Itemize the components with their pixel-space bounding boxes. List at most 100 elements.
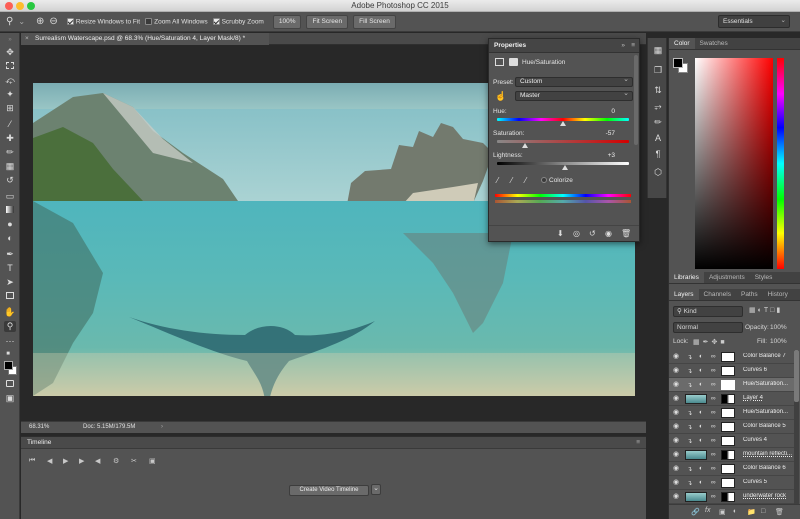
hue-value-field[interactable]: 0 — [585, 108, 615, 115]
layer-row[interactable]: ◉ ↴ ◐ ∞ Curves 5 — [669, 476, 794, 490]
fit-screen-button[interactable]: Fit Screen — [306, 14, 349, 29]
targeted-adjustment-hand-icon[interactable]: ☝ — [495, 91, 506, 102]
visibility-eye-icon[interactable]: ◉ — [673, 381, 680, 388]
properties-tab[interactable]: Properties — [494, 42, 526, 49]
lightness-value-field[interactable]: +3 — [585, 152, 615, 159]
blend-mode-dropdown[interactable]: Normal — [673, 322, 743, 333]
brush-tool-icon[interactable]: ✏ — [4, 147, 16, 158]
tab-paths[interactable]: Paths — [736, 289, 763, 300]
saturation-slider-thumb[interactable] — [522, 143, 529, 148]
tab-swatches[interactable]: Swatches — [695, 38, 733, 49]
lightness-slider-thumb[interactable] — [561, 165, 568, 170]
layer-mask-thumbnail[interactable] — [721, 478, 735, 488]
zoom-tool-icon[interactable]: ⚲ — [4, 321, 16, 332]
layer-name[interactable]: Color Balance 6 — [743, 465, 793, 471]
timeline-tab[interactable]: Timeline — [27, 439, 51, 446]
type-tool-icon[interactable]: T — [4, 263, 16, 274]
screen-mode-icon[interactable]: ▣ — [4, 393, 16, 404]
chain-link-icon[interactable]: ∞ — [711, 493, 716, 500]
document-tab[interactable]: × Surrealism Waterscape.psd @ 68.3% (Hue… — [21, 33, 269, 45]
layer-name[interactable]: underwater rock — [743, 493, 793, 499]
zoom-tool-preset-icon[interactable]: ⚲ — [6, 16, 13, 27]
minimize-window-button[interactable] — [16, 2, 24, 10]
eyedropper-plus-icon[interactable]: ⁄ — [511, 176, 512, 185]
visibility-eye-icon[interactable]: ◉ — [673, 409, 680, 416]
go-to-first-frame-icon[interactable]: ⏮ — [29, 457, 35, 465]
properties-scrollbar[interactable] — [634, 55, 638, 145]
layer-mask-thumbnail[interactable] — [721, 436, 735, 446]
visibility-eye-icon[interactable]: ◉ — [673, 451, 680, 458]
add-mask-icon[interactable]: ▣ — [719, 508, 726, 516]
settings-gear-icon[interactable]: ⚙ — [113, 457, 119, 465]
chain-link-icon[interactable]: ∞ — [711, 395, 716, 402]
layer-filter-dropdown[interactable]: ⚲ Kind — [673, 306, 743, 317]
layer-name[interactable]: Color Balance 5 — [743, 423, 793, 429]
fill-value-field[interactable]: 100% — [770, 338, 787, 345]
saturation-slider[interactable] — [497, 140, 629, 143]
default-colors-icon[interactable]: ■ — [2, 349, 14, 360]
panel-collapse-icon[interactable]: » — [4, 35, 16, 46]
next-frame-icon[interactable]: ▶ — [79, 457, 84, 465]
layer-row[interactable]: ◉ ↴ ◐ ∞ Curves 6 — [669, 364, 794, 378]
reset-icon[interactable]: ↺ — [589, 229, 596, 238]
close-tab-icon[interactable]: × — [25, 33, 29, 45]
chain-link-icon[interactable]: ∞ — [711, 451, 716, 458]
preset-chevron-down-icon[interactable]: ⌄ — [18, 17, 25, 26]
colorize-checkbox[interactable]: Colorize — [541, 177, 573, 184]
close-window-button[interactable] — [5, 2, 13, 10]
visibility-eye-icon[interactable]: ◉ — [673, 479, 680, 486]
layer-name[interactable]: Curves 6 — [743, 367, 793, 373]
healing-brush-tool-icon[interactable]: ✚ — [4, 133, 16, 144]
crop-tool-icon[interactable]: ⊞ — [4, 103, 16, 114]
visibility-eye-icon[interactable]: ◉ — [673, 465, 680, 472]
brushes-icon[interactable]: ✏ — [652, 116, 664, 128]
panel-menu-icon[interactable]: ≡ — [636, 437, 640, 449]
layer-row[interactable]: ◉ ↴ ◐ ∞ Color Balance 7 — [669, 350, 794, 364]
3d-panel-icon[interactable]: ⬡ — [652, 166, 664, 178]
layer-row[interactable]: ◉ ↴ ◐ ∞ Curves 4 — [669, 434, 794, 448]
layer-mask-thumbnail[interactable] — [721, 408, 735, 418]
history-brush-tool-icon[interactable]: ↺ — [4, 175, 16, 186]
marquee-tool-icon[interactable] — [4, 61, 16, 72]
chain-link-icon[interactable]: ∞ — [711, 437, 716, 444]
edit-toolbar-icon[interactable]: ⋯ — [4, 336, 16, 347]
eraser-tool-icon[interactable]: ▭ — [4, 191, 16, 202]
visibility-eye-icon[interactable]: ◉ — [673, 423, 680, 430]
quick-mask-icon[interactable] — [4, 379, 16, 390]
fill-screen-button[interactable]: Fill Screen — [353, 14, 396, 29]
delete-trash-icon[interactable]: 🗑 — [621, 229, 631, 238]
layer-mask-icon[interactable] — [509, 58, 518, 66]
layer-row[interactable]: ◉ ∞ underwater rock — [669, 490, 794, 504]
layer-mask-thumbnail[interactable] — [721, 380, 735, 390]
layer-name[interactable]: Hue/Saturation... — [743, 409, 793, 415]
chain-link-icon[interactable]: ∞ — [711, 423, 716, 430]
scrubby-zoom-checkbox[interactable]: Scrubby Zoom — [212, 17, 264, 25]
workspace-switcher[interactable]: Essentials ⌄ — [718, 15, 790, 28]
tab-color[interactable]: Color — [669, 38, 695, 49]
visibility-eye-icon[interactable]: ◉ — [673, 353, 680, 360]
color-hue-slider[interactable] — [777, 58, 784, 269]
layer-mask-thumbnail[interactable] — [721, 366, 735, 376]
tab-adjustments[interactable]: Adjustments — [704, 272, 750, 283]
status-menu-chevron-icon[interactable]: › — [161, 422, 163, 433]
layer-row[interactable]: ◉ ↴ ◐ ∞ Hue/Saturation... — [669, 378, 794, 392]
layer-name[interactable]: Color Balance 7 — [743, 353, 793, 359]
visibility-eye-icon[interactable]: ◉ — [605, 229, 612, 238]
color-picker-field[interactable] — [695, 58, 773, 269]
lasso-tool-icon[interactable]: ⤽ — [4, 75, 16, 86]
chain-link-icon[interactable]: ∞ — [711, 381, 716, 388]
layers-scrollbar[interactable] — [794, 350, 799, 504]
layer-thumbnail[interactable] — [685, 492, 707, 502]
lock-options-icons[interactable]: ▦✒✥■ — [693, 338, 728, 346]
layer-name[interactable]: mountain reflecti... — [743, 451, 793, 457]
paragraph-panel-icon[interactable]: ¶ — [652, 148, 664, 160]
saturation-value-field[interactable]: -57 — [585, 130, 615, 137]
chain-link-icon[interactable]: ∞ — [711, 353, 716, 360]
resize-windows-checkbox[interactable]: Resize Windows to Fit — [66, 17, 140, 25]
layer-mask-thumbnail[interactable] — [721, 492, 735, 502]
eyedropper-icon[interactable]: ⁄ — [497, 176, 498, 185]
new-adjustment-icon[interactable]: ◐ — [733, 508, 737, 515]
adjustments-icon[interactable]: ⥅ — [652, 100, 664, 112]
eyedropper-tool-icon[interactable]: ⁄ — [4, 119, 16, 130]
visibility-eye-icon[interactable]: ◉ — [673, 493, 680, 500]
